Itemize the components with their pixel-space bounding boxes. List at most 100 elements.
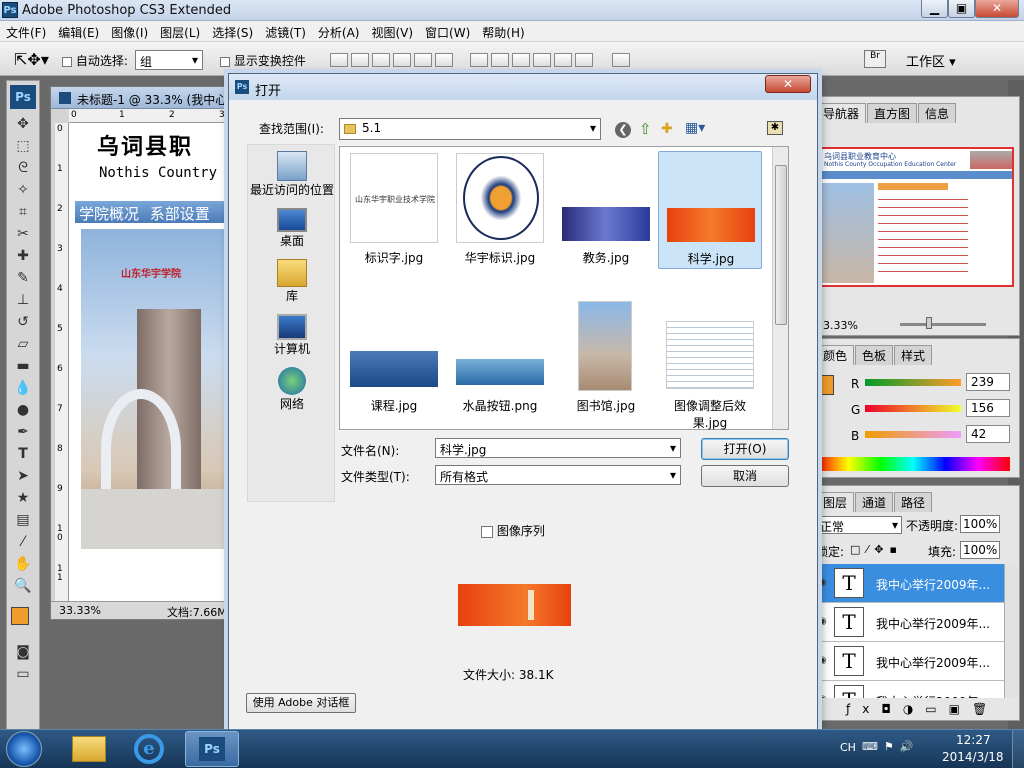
menu-item[interactable]: 窗口(W) (419, 21, 476, 44)
blur-tool-icon[interactable]: 💧 (11, 377, 35, 399)
layer-row[interactable]: ◉ T 我中心举行2009年... (816, 603, 1004, 642)
tab-paths[interactable]: 路径 (894, 492, 933, 512)
file-item[interactable]: 教务.jpg (554, 151, 658, 269)
view-menu-icon[interactable]: ▦▾ (685, 120, 705, 136)
path-select-icon[interactable]: ➤ (11, 465, 35, 487)
eye-icon[interactable]: ◉ (818, 577, 827, 588)
navigator-preview[interactable]: 乌词县职业教育中心 Nothis County Occupation Educa… (818, 147, 1014, 287)
quick-mask-icon[interactable]: ◙ (11, 641, 35, 663)
type-tool-icon[interactable]: T (11, 443, 35, 465)
use-adobe-dialog-button[interactable]: 使用 Adobe 对话框 (246, 693, 356, 713)
explorer-taskbar-icon[interactable] (72, 736, 106, 762)
back-icon[interactable]: ❮ (615, 122, 631, 138)
show-desktop-button[interactable] (1012, 730, 1024, 768)
menu-item[interactable]: 滤镜(T) (259, 21, 312, 44)
eye-icon[interactable]: ◉ (818, 655, 827, 666)
start-button-icon[interactable] (6, 731, 42, 767)
photoshop-taskbar-button[interactable]: Ps (185, 731, 239, 767)
file-item-selected[interactable]: 科学.jpg (658, 151, 762, 269)
language-indicator[interactable]: CH (840, 741, 856, 754)
document-canvas[interactable]: 乌词县职 Nothis Country 学院概况 系部设置 山东华宇学院 (69, 123, 231, 601)
tab-channels[interactable]: 通道 (855, 492, 894, 512)
file-item[interactable]: 山东华宇职业技术学院 标识字.jpg (342, 151, 446, 269)
new-folder-icon[interactable]: ✚ (661, 121, 673, 137)
opacity-value[interactable]: 100% (960, 515, 1000, 533)
eye-icon[interactable]: ◉ (818, 694, 827, 698)
cancel-button[interactable]: 取消 (701, 465, 789, 487)
filename-input[interactable]: 科学.jpg ▾ (435, 438, 681, 458)
clock-time[interactable]: 12:27 (956, 733, 991, 747)
move-tool-icon[interactable]: ⇱✥▾ (14, 50, 49, 69)
scrollbar-thumb[interactable] (775, 165, 787, 325)
color-fg-swatch[interactable] (816, 375, 834, 395)
tab-histogram[interactable]: 直方图 (867, 103, 918, 123)
screen-mode-icon[interactable]: ▭ (11, 663, 35, 685)
eyedropper-icon[interactable]: ⁄ (11, 531, 35, 553)
lasso-tool-icon[interactable]: ᘓ (11, 157, 35, 179)
slice-tool-icon[interactable]: ✂ (11, 223, 35, 245)
image-sequence-checkbox[interactable]: 图像序列 (481, 522, 545, 539)
menu-item[interactable]: 帮助(H) (476, 21, 530, 44)
close-app-button[interactable]: ✕ (975, 0, 1019, 18)
place-computer[interactable]: 计算机 (248, 314, 336, 357)
align-buttons[interactable] (330, 52, 456, 67)
up-folder-icon[interactable]: ⇧ (639, 120, 652, 138)
maximize-button[interactable]: ▣ (948, 0, 975, 18)
eye-icon[interactable]: ◉ (818, 616, 827, 627)
workspace-button[interactable]: 工作区 ▾ (906, 51, 956, 70)
layer-row[interactable]: ◉ T 我中心举行2009年... (816, 642, 1004, 681)
gradient-tool-icon[interactable]: ▬ (11, 355, 35, 377)
place-recent[interactable]: 最近访问的位置 (248, 151, 336, 198)
zoom-tool-icon[interactable]: 🔍 (11, 575, 35, 597)
navigator-slider-thumb[interactable] (926, 317, 932, 329)
tab-swatches[interactable]: 色板 (855, 345, 894, 365)
clone-stamp-icon[interactable]: ⊥ (11, 289, 35, 311)
lock-icons[interactable]: □⁄✥▪ (850, 543, 903, 556)
magic-wand-icon[interactable]: ✧ (11, 179, 35, 201)
auto-align-button[interactable] (612, 52, 633, 67)
g-slider[interactable] (865, 405, 961, 412)
notes-tool-icon[interactable]: ▤ (11, 509, 35, 531)
dialog-close-button[interactable]: ✕ (765, 75, 811, 93)
look-in-dropdown[interactable]: 5.1 ▾ (339, 118, 601, 140)
menu-item[interactable]: 选择(S) (206, 21, 259, 44)
fill-value[interactable]: 100% (960, 541, 1000, 559)
tray-icons[interactable]: ⌨⚑🔊 (862, 740, 919, 753)
foreground-color-swatch[interactable] (11, 607, 29, 625)
auto-select-dropdown[interactable]: 组 ▾ (135, 50, 203, 70)
file-list-scrollbar[interactable] (772, 147, 788, 429)
b-value[interactable]: 42 (966, 425, 1010, 443)
filetype-dropdown[interactable]: 所有格式 ▾ (435, 465, 681, 485)
brush-tool-icon[interactable]: ✎ (11, 267, 35, 289)
clock-date[interactable]: 2014/3/18 (942, 750, 1004, 764)
menu-item[interactable]: 分析(A) (312, 21, 366, 44)
bridge-browse-icon[interactable]: ✱ (767, 121, 783, 135)
menu-item[interactable]: 图层(L) (154, 21, 206, 44)
hand-tool-icon[interactable]: ✋ (11, 553, 35, 575)
place-library[interactable]: 库 (248, 259, 336, 304)
tab-color[interactable]: 颜色 (816, 345, 855, 365)
navigator-zoom[interactable]: 33.33% (816, 319, 858, 332)
layer-row[interactable]: ◉ T 我中心举行2009年... (816, 564, 1004, 603)
menu-item[interactable]: 文件(F) (0, 21, 52, 44)
menu-item[interactable]: 视图(V) (365, 21, 419, 44)
tab-info[interactable]: 信息 (918, 103, 957, 123)
show-transform-checkbox[interactable]: 显示变换控件 (220, 52, 306, 69)
doc-zoom-level[interactable]: 33.33% (59, 604, 101, 617)
tab-navigator[interactable]: 导航器 (816, 103, 867, 123)
auto-select-checkbox[interactable]: 自动选择: (62, 52, 128, 69)
color-spectrum-bar[interactable] (816, 457, 1010, 471)
move-tool-icon[interactable]: ✥ (11, 113, 35, 135)
bridge-icon[interactable]: Br (864, 50, 886, 68)
b-slider[interactable] (865, 431, 961, 438)
distribute-buttons[interactable] (470, 52, 596, 67)
dodge-tool-icon[interactable]: ● (11, 399, 35, 421)
layer-row[interactable]: ◉ T 我中心举行2009年 (816, 681, 1004, 698)
crop-tool-icon[interactable]: ⌗ (11, 201, 35, 223)
eraser-tool-icon[interactable]: ▱ (11, 333, 35, 355)
navigator-zoom-slider[interactable] (900, 323, 986, 326)
menu-item[interactable]: 编辑(E) (52, 21, 105, 44)
open-button[interactable]: 打开(O) (701, 438, 789, 460)
file-item[interactable]: 水晶按钮.png (448, 299, 552, 417)
menu-item[interactable]: 图像(I) (105, 21, 154, 44)
